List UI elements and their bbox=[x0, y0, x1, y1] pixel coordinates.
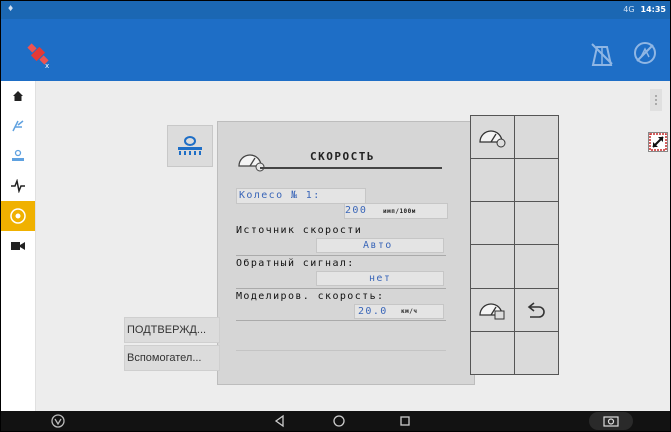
app-window: ♦ 4G 14:35 x СКОРОСТЬ Колесо № 1: 200 им… bbox=[0, 0, 671, 432]
speed-settings-icon bbox=[10, 208, 26, 224]
home-nav-icon[interactable] bbox=[332, 414, 346, 428]
softkey-back[interactable] bbox=[513, 287, 559, 333]
field-off-icon[interactable] bbox=[589, 41, 615, 67]
system-nav-bar bbox=[1, 411, 670, 431]
implement-button[interactable] bbox=[167, 125, 213, 167]
feedback-label: Обратный сигнал: bbox=[236, 258, 355, 269]
screenshot-icon bbox=[603, 416, 619, 427]
sidebar-item-speed-settings[interactable] bbox=[1, 201, 35, 231]
no-guidance-icon[interactable] bbox=[633, 41, 657, 65]
implement-icon bbox=[12, 149, 24, 161]
expand-icon[interactable] bbox=[648, 132, 668, 152]
divider bbox=[236, 350, 446, 351]
softkey-speedometer-settings[interactable] bbox=[469, 114, 515, 159]
wheel-select-field[interactable]: Колесо № 1: bbox=[236, 188, 366, 204]
wheel-pulses-input[interactable]: 200 имп/100м bbox=[344, 203, 448, 219]
top-bar: x bbox=[1, 19, 670, 81]
screenshot-button[interactable] bbox=[589, 412, 633, 430]
camera-icon bbox=[11, 242, 25, 250]
softkey-speedometer-calibrate[interactable] bbox=[469, 287, 515, 333]
softkey-empty[interactable] bbox=[469, 331, 515, 376]
softkey-empty[interactable] bbox=[513, 244, 559, 289]
more-options-button[interactable] bbox=[650, 89, 662, 111]
sim-speed-unit: км/ч bbox=[401, 308, 418, 315]
signal-indicator: 4G bbox=[623, 5, 635, 14]
svg-text:x: x bbox=[45, 62, 49, 69]
speedometer-calibrate-icon bbox=[479, 303, 505, 320]
speed-source-value: Авто bbox=[363, 240, 393, 251]
speedometer-settings-icon bbox=[479, 130, 506, 148]
softkey-empty[interactable] bbox=[469, 157, 515, 203]
auxiliary-button[interactable]: Вспомогател... bbox=[124, 345, 220, 371]
sidebar-item-guidance[interactable] bbox=[1, 111, 35, 141]
wheel-label: Колесо № 1: bbox=[239, 190, 321, 201]
title-underline bbox=[260, 167, 442, 169]
sim-speed-input[interactable]: 20.0 км/ч bbox=[354, 304, 444, 319]
wheel-unit: имп/100м bbox=[383, 208, 416, 215]
recents-nav-icon[interactable] bbox=[399, 414, 411, 428]
sim-speed-value: 20.0 bbox=[358, 306, 388, 317]
home-icon bbox=[13, 91, 23, 101]
back-nav-icon[interactable] bbox=[273, 414, 285, 428]
main-content: СКОРОСТЬ Колесо № 1: 200 имп/100м Источн… bbox=[36, 81, 670, 411]
seeder-icon bbox=[178, 136, 202, 155]
divider bbox=[236, 320, 446, 321]
softkey-empty[interactable] bbox=[469, 201, 515, 246]
speed-source-label: Источник скорости bbox=[236, 225, 363, 236]
guidance-icon bbox=[12, 120, 24, 132]
softkey-empty[interactable] bbox=[513, 114, 559, 159]
sim-speed-label: Моделиров. скорость: bbox=[236, 291, 385, 302]
sidebar-item-diagnostics[interactable] bbox=[1, 171, 35, 201]
sidebar-item-home[interactable] bbox=[1, 81, 35, 111]
sidebar-item-camera[interactable] bbox=[1, 231, 35, 261]
divider bbox=[236, 255, 446, 256]
satellite-icon[interactable]: x bbox=[23, 39, 53, 69]
back-arrow-icon bbox=[527, 302, 545, 318]
sidebar bbox=[1, 81, 36, 411]
softkey-empty[interactable] bbox=[513, 331, 559, 376]
speed-settings-panel: СКОРОСТЬ Колесо № 1: 200 имп/100м Источн… bbox=[217, 121, 475, 385]
notification-icon: ♦ bbox=[7, 4, 15, 13]
diagnostics-icon bbox=[11, 179, 25, 193]
softkey-empty[interactable] bbox=[513, 201, 559, 246]
softkey-empty[interactable] bbox=[513, 157, 559, 203]
sidebar-item-implement[interactable] bbox=[1, 141, 35, 171]
page-title: СКОРОСТЬ bbox=[310, 150, 375, 163]
softkey-grid bbox=[469, 114, 559, 376]
confirm-button[interactable]: ПОДТВЕРЖД... bbox=[124, 317, 220, 343]
softkey-empty[interactable] bbox=[469, 244, 515, 289]
speed-source-select[interactable]: Авто bbox=[316, 238, 444, 253]
app-logo-icon[interactable] bbox=[51, 414, 65, 428]
status-bar: ♦ 4G 14:35 bbox=[1, 1, 670, 19]
feedback-value: нет bbox=[369, 273, 392, 284]
feedback-select[interactable]: нет bbox=[316, 271, 444, 286]
clock: 14:35 bbox=[640, 5, 666, 14]
wheel-value: 200 bbox=[345, 205, 368, 216]
divider bbox=[236, 288, 446, 289]
